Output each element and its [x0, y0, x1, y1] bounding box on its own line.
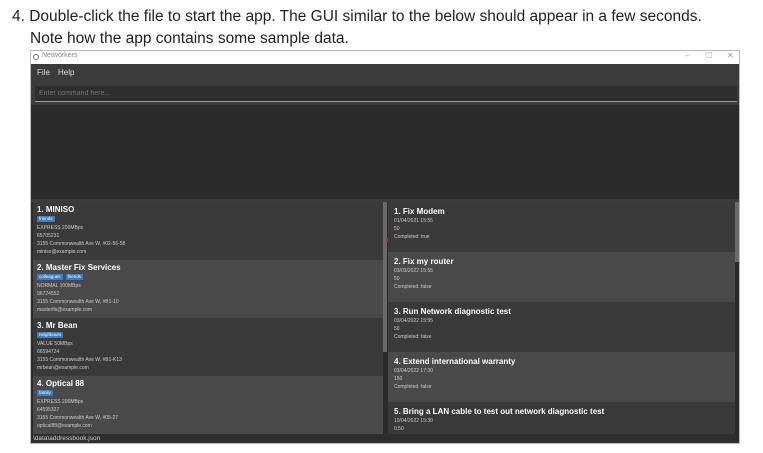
person-phone: 65705231 — [37, 233, 60, 239]
instruction-line-1: 4. Double-click the file to start the ap… — [12, 8, 702, 25]
task-cost: 0.50 — [394, 426, 404, 432]
tag-list: colleagues friends — [37, 273, 383, 282]
task-card[interactable]: 4. Extend international warranty 03/04/20… — [388, 352, 735, 402]
task-title: 1. Fix Modem — [394, 207, 445, 216]
task-datetime: 10/04/2022 15:30 — [394, 418, 433, 424]
task-datetime: 03/04/2022 17:30 — [394, 368, 433, 374]
person-address: 3155 Commonwealth Ave W, #B1-10 — [37, 299, 119, 305]
person-email: optical88@example.com — [37, 423, 92, 429]
task-card[interactable]: 2. Fix my router 03/03/2022 15:55 50 Comple… — [388, 252, 735, 302]
person-address: 3155 Commonwealth Ave W, #B1-K13 — [37, 357, 122, 363]
person-name: 3. Mr Bean — [37, 321, 78, 330]
person-address: 3155 Commonwealth Ave W, #05-27 — [37, 415, 119, 421]
task-cost: 50 — [394, 276, 400, 282]
result-display — [31, 105, 739, 199]
person-list[interactable]: 1. MINISO friends EXPRESS 200MBps 65705231 3… — [33, 202, 383, 434]
person-name: 1. MINISO — [37, 205, 75, 214]
person-phone: 64595327 — [37, 407, 60, 413]
tag-badge: friends — [37, 216, 55, 222]
person-card[interactable]: 3. Mr Bean neighbours VALUE 50MBps 66594724… — [33, 318, 383, 376]
person-card[interactable]: 1. MINISO friends EXPRESS 200MBps 65705231 3… — [33, 202, 383, 260]
menu-file[interactable]: File — [37, 68, 50, 77]
task-cost: 150 — [394, 376, 403, 382]
person-name: 2. Master Fix Services — [37, 263, 121, 272]
task-list-scrollbar[interactable] — [735, 202, 739, 434]
save-location: \data\addressbook.json — [33, 435, 101, 442]
person-email: mrbean@example.com — [37, 365, 89, 371]
lists-area: 1. MINISO friends EXPRESS 200MBps 65705231 3… — [31, 202, 739, 434]
person-card[interactable]: 4. Optical 88 family EXPRESS 200MBps 645953… — [33, 376, 383, 434]
person-scrollbar-thumb[interactable] — [383, 202, 387, 352]
task-datetime: 03/04/2022 15:55 — [394, 318, 433, 324]
instruction-line-2: Note how the app contains some sample da… — [30, 30, 349, 47]
instruction-text: 4. Double-click the file to start the ap… — [12, 6, 752, 50]
app-icon — [33, 54, 39, 60]
tag-list: neighbours — [37, 331, 383, 340]
task-card[interactable]: 3. Run Network diagnostic test 03/04/2022… — [388, 302, 735, 352]
maximize-icon[interactable]: ☐ — [705, 51, 712, 60]
task-title: 5. Bring a LAN cable to test out network… — [394, 407, 605, 416]
close-icon[interactable]: ✕ — [727, 51, 734, 60]
app-window: Networkers – ☐ ✕ File Help 1. MINISO frie… — [30, 50, 740, 444]
person-card[interactable]: 2. Master Fix Services colleagues friends N… — [33, 260, 383, 318]
person-plan: EXPRESS 200MBps — [37, 225, 84, 231]
tag-list: friends — [37, 215, 383, 224]
tag-badge: friends — [65, 274, 84, 280]
task-title: 2. Fix my router — [394, 257, 454, 266]
task-card[interactable]: 1. Fix Modem 01/04/2021 15:55 50 Completed:… — [388, 202, 735, 252]
person-name: 4. Optical 88 — [37, 379, 85, 388]
task-title: 4. Extend international warranty — [394, 357, 516, 366]
person-phone: 96724552 — [37, 291, 60, 297]
menu-bar: File Help — [31, 64, 739, 82]
task-cost: 50 — [394, 226, 400, 232]
window-title: Networkers — [42, 52, 78, 59]
task-datetime: 01/04/2021 15:55 — [394, 218, 433, 224]
task-completed: Completed: false — [394, 334, 432, 340]
minimize-icon[interactable]: – — [685, 51, 689, 60]
task-scrollbar-thumb[interactable] — [735, 202, 739, 262]
person-email: miniso@example.com — [37, 249, 87, 255]
command-box — [35, 86, 737, 102]
tag-badge: colleagues — [37, 274, 63, 280]
task-cost: 50 — [394, 326, 400, 332]
person-address: 3155 Commonwealth Ave W, #02-56-58 — [37, 241, 126, 247]
person-plan: VALUE 50MBps — [37, 341, 73, 347]
tag-badge: neighbours — [37, 332, 64, 338]
task-card[interactable]: 5. Bring a LAN cable to test out network… — [388, 402, 735, 434]
person-list-scrollbar[interactable] — [383, 202, 387, 434]
task-completed: Completed: false — [394, 284, 432, 290]
task-datetime: 03/03/2022 15:55 — [394, 268, 433, 274]
person-plan: EXPRESS 200MBps — [37, 399, 84, 405]
title-bar: Networkers – ☐ ✕ — [31, 51, 739, 64]
command-input[interactable] — [35, 86, 737, 100]
tag-list: family — [37, 389, 383, 398]
tag-badge: family — [37, 390, 53, 396]
menu-help[interactable]: Help — [58, 68, 74, 77]
task-completed: Completed: false — [394, 384, 432, 390]
person-email: masterfix@example.com — [37, 307, 93, 313]
task-list[interactable]: 1. Fix Modem 01/04/2021 15:55 50 Completed:… — [388, 202, 735, 434]
task-completed: Completed: true — [394, 234, 430, 240]
task-title: 3. Run Network diagnostic test — [394, 307, 511, 316]
person-phone: 66594724 — [37, 349, 60, 355]
status-bar: \data\addressbook.json — [31, 434, 739, 443]
person-plan: NORMAL 100MBps — [37, 283, 81, 289]
